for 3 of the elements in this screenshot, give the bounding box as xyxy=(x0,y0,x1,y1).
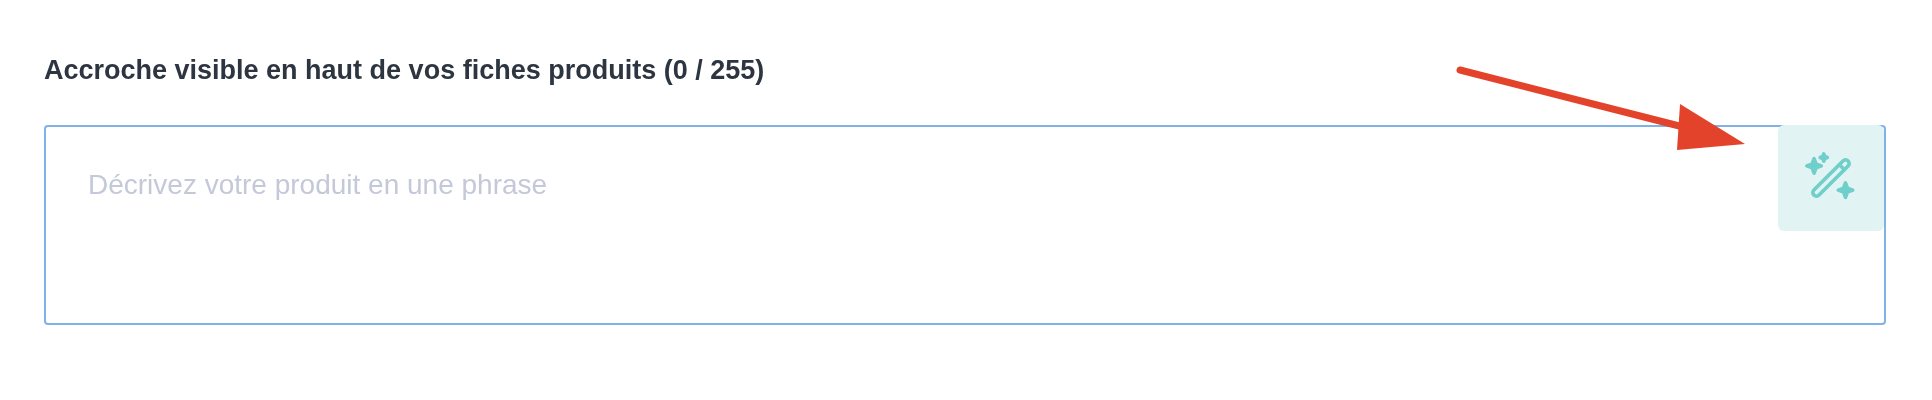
text-field[interactable]: Décrivez votre produit en une phrase xyxy=(44,125,1886,325)
magic-wand-button[interactable] xyxy=(1778,125,1884,231)
field-label: Accroche visible en haut de vos fiches produits (0 / 255) xyxy=(44,54,765,87)
